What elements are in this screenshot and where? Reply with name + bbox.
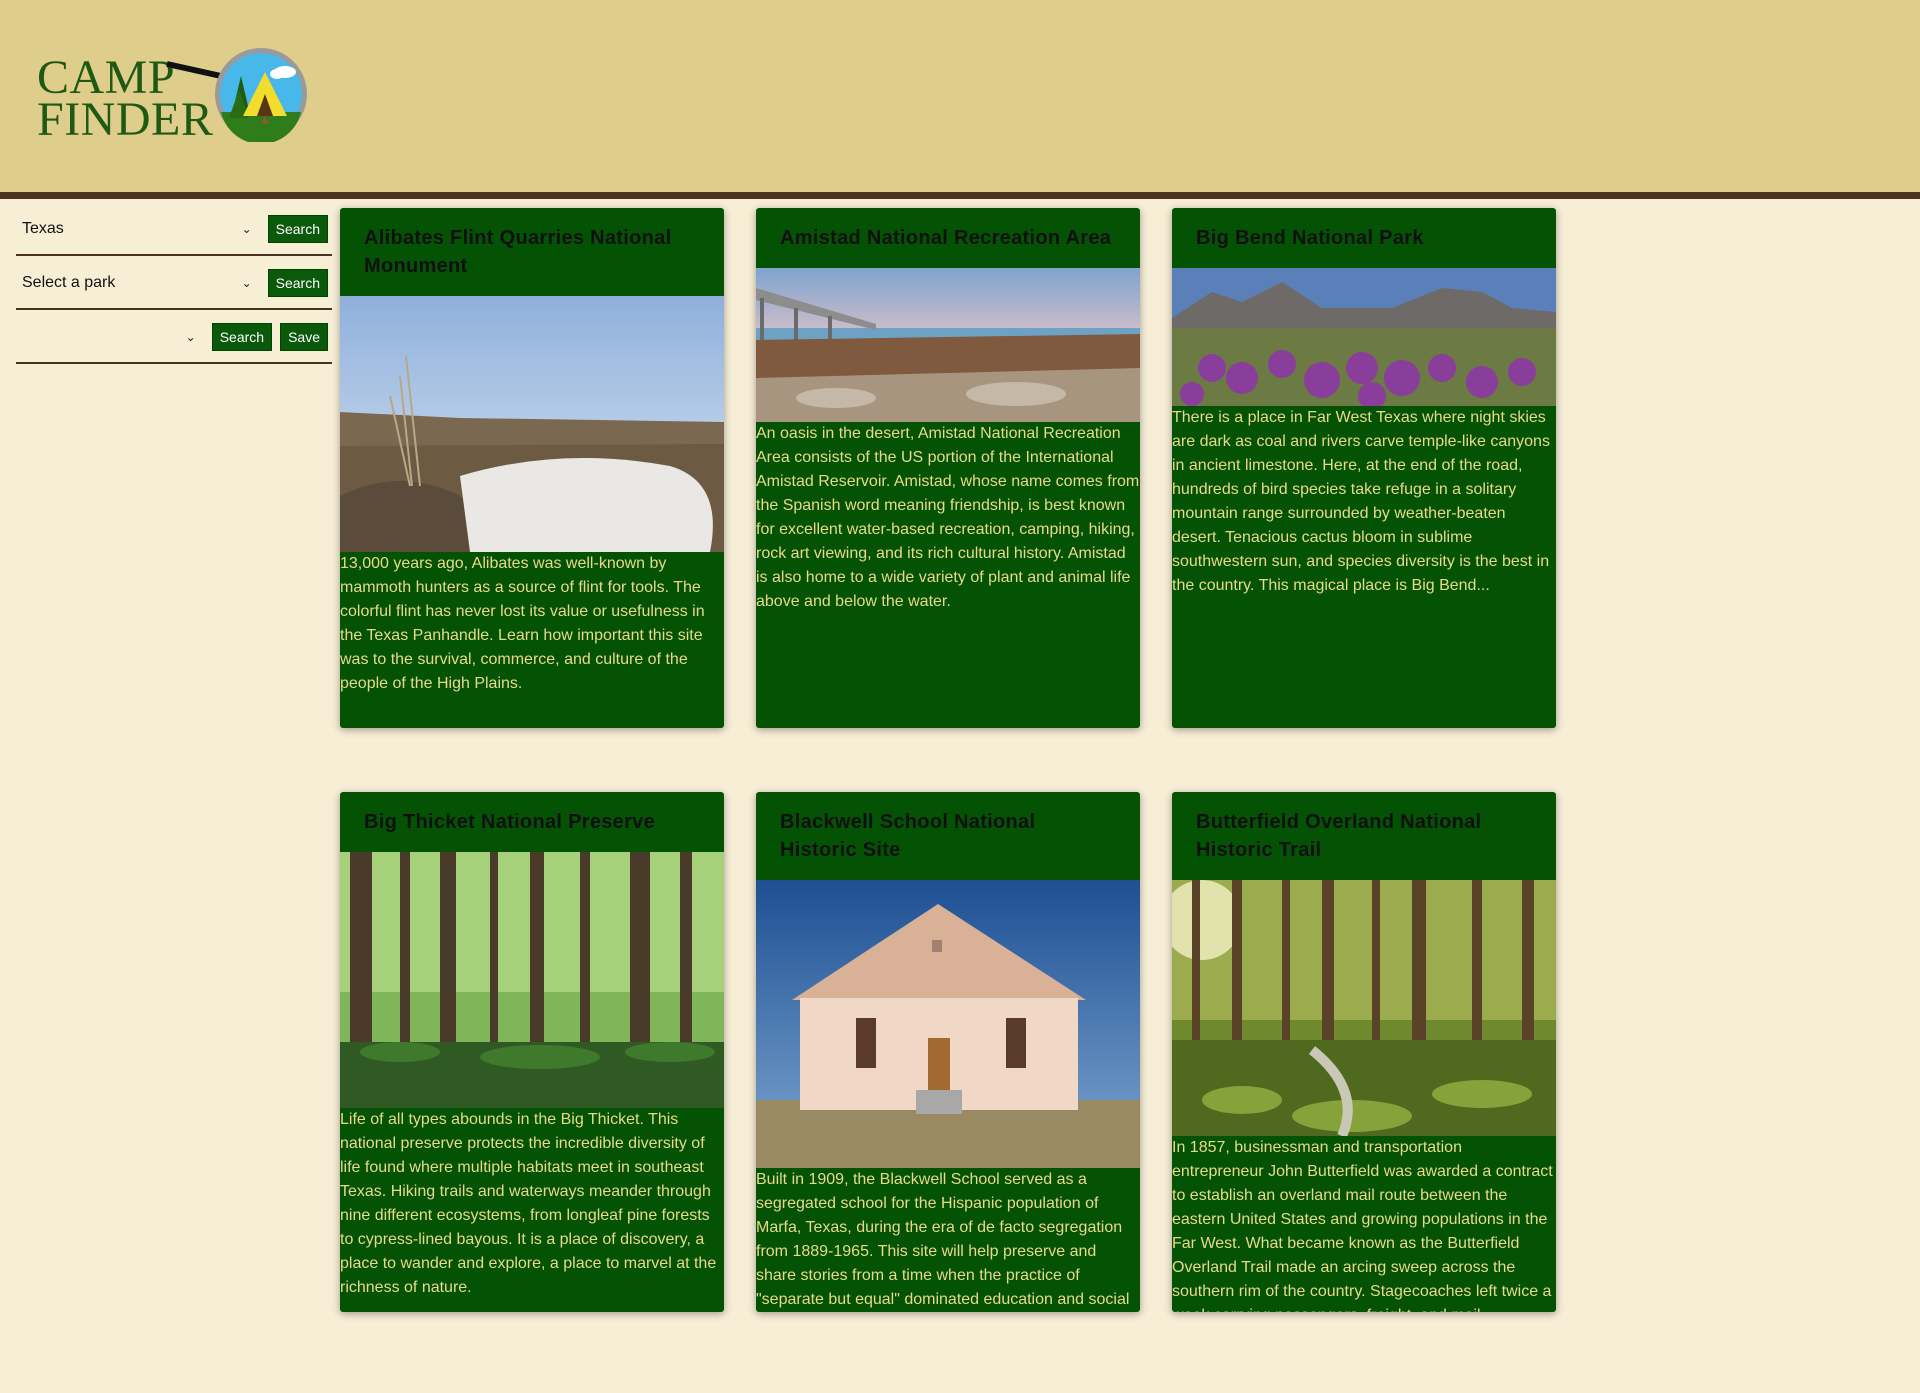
state-select-value: Texas	[22, 220, 64, 237]
park-card-description: An oasis in the desert, Amistad National…	[756, 425, 1140, 610]
third-select[interactable]: ⌄	[20, 321, 204, 353]
park-card-title: Blackwell School National Historic Site	[780, 811, 1036, 861]
park-card-description: There is a place in Far West Texas where…	[1172, 409, 1550, 594]
park-card-title: Big Bend National Park	[1196, 227, 1424, 249]
state-search-button[interactable]: Search	[267, 215, 328, 243]
park-photo-forest-trail	[1172, 880, 1556, 1136]
state-filter-row: Texas ⌄ Search	[16, 204, 332, 256]
park-card-description: Built in 1909, the Blackwell School serv…	[756, 1171, 1130, 1308]
park-card[interactable]: Alibates Flint Quarries National Monumen…	[340, 208, 724, 728]
park-photo-school-building	[756, 880, 1140, 1168]
site-header: CAMP FINDER	[0, 0, 1920, 199]
park-filter-row: Select a park ⌄ Search	[16, 258, 332, 310]
chevron-down-icon: ⌄	[241, 276, 252, 290]
park-select[interactable]: Select a park ⌄	[20, 267, 260, 299]
park-photo-swamp-forest	[340, 852, 724, 1108]
park-card-description: In 1857, businessman and transportation …	[1172, 1139, 1553, 1312]
filter-sidebar: Texas ⌄ Search Select a park ⌄ Search ⌄ …	[16, 204, 332, 366]
park-photo-flint-quarry	[340, 296, 724, 552]
state-select[interactable]: Texas ⌄	[20, 213, 260, 245]
park-card[interactable]: Amistad National Recreation Area An oasi…	[756, 208, 1140, 728]
tent-emblem-icon	[215, 48, 307, 142]
third-filter-row: ⌄ Search Save	[16, 312, 332, 364]
park-card[interactable]: Big Bend National Park There is a place …	[1172, 208, 1556, 728]
park-photo-reservoir	[756, 268, 1140, 422]
park-card[interactable]: Butterfield Overland National Historic T…	[1172, 792, 1556, 1312]
park-card-description: Life of all types abounds in the Big Thi…	[340, 1111, 717, 1296]
save-button[interactable]: Save	[280, 323, 328, 351]
park-card-title: Butterfield Overland National Historic T…	[1196, 811, 1482, 861]
park-card-title: Amistad National Recreation Area	[780, 227, 1112, 249]
park-card-title: Big Thicket National Preserve	[364, 811, 656, 833]
park-select-value: Select a park	[22, 274, 116, 291]
camp-finder-logo[interactable]: CAMP FINDER	[37, 46, 317, 146]
park-search-button[interactable]: Search	[267, 269, 328, 297]
chevron-down-icon: ⌄	[241, 222, 252, 236]
park-card-description: 13,000 years ago, Alibates was well-know…	[340, 555, 705, 692]
park-card[interactable]: Big Thicket National Preserve Life of al…	[340, 792, 724, 1312]
logo-text-finder: FINDER	[37, 93, 214, 146]
chevron-down-icon: ⌄	[185, 330, 196, 344]
park-card-title: Alibates Flint Quarries National Monumen…	[364, 227, 672, 277]
park-photo-big-bend	[1172, 268, 1556, 406]
third-search-button[interactable]: Search	[211, 323, 273, 351]
park-card[interactable]: Blackwell School National Historic Site …	[756, 792, 1140, 1312]
